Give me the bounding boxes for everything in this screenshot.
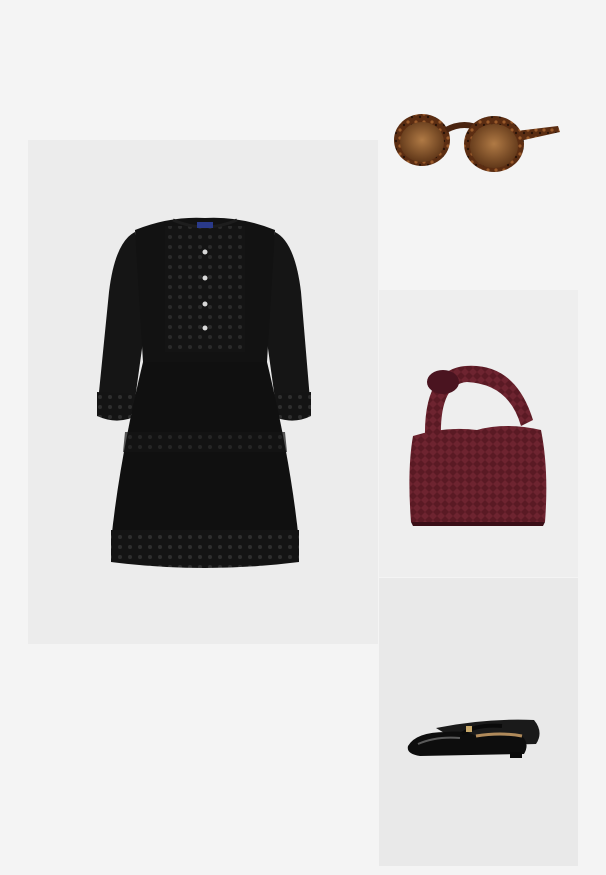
- shoe-icon: [407, 719, 540, 758]
- sunglasses-icon: [394, 114, 560, 172]
- sunglasses-item[interactable]: [390, 96, 565, 191]
- shoe-item[interactable]: [406, 710, 546, 760]
- handbag-item[interactable]: [405, 360, 550, 530]
- dress-icon: [97, 217, 311, 568]
- handbag-icon: [409, 365, 547, 526]
- dress-item[interactable]: [95, 212, 315, 572]
